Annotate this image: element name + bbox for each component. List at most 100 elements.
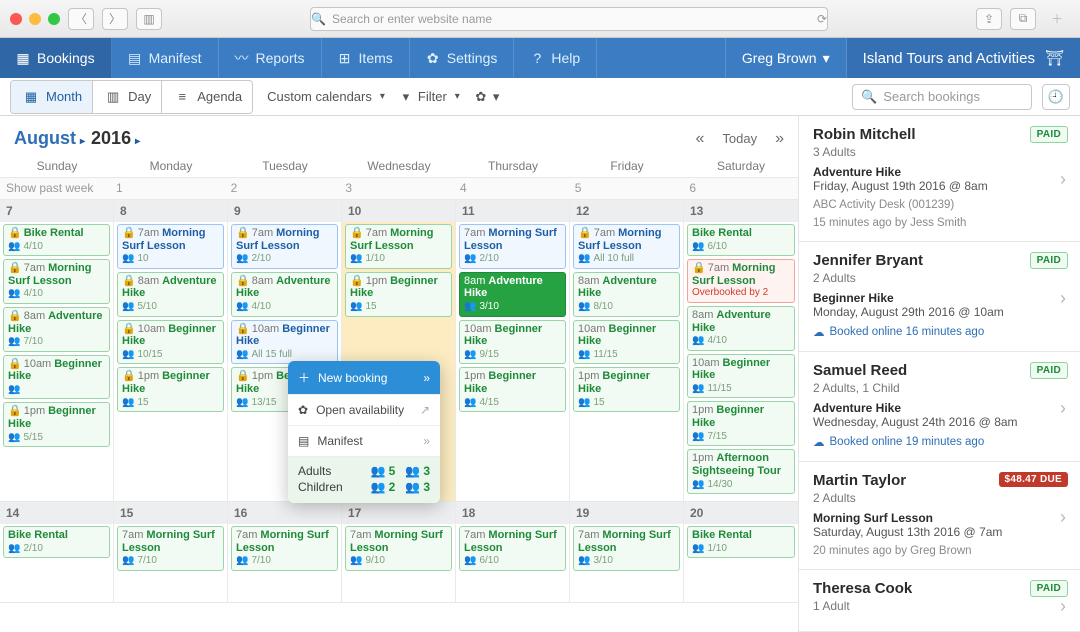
booking-card[interactable]: $48.47 DUEMartin Taylor2 AdultsMorning S… — [799, 462, 1080, 570]
customer-name: Samuel Reed — [813, 362, 1066, 379]
month-picker[interactable]: August — [14, 128, 85, 149]
calendar-event[interactable]: 🔒7amMorning Surf Lesson👥1/10 — [345, 224, 452, 269]
calendar-event[interactable]: 10amBeginner Hike👥9/15 — [459, 320, 566, 365]
nav-settings[interactable]: ✿Settings — [410, 38, 515, 78]
calendar-event[interactable]: 7amMorning Surf Lesson👥3/10 — [573, 526, 680, 571]
calendar-event[interactable]: 🔒Bike Rental👥4/10 — [3, 224, 110, 256]
calendar-event[interactable]: 🔒7amMorning Surf Lesson👥2/10 — [231, 224, 338, 269]
close-window-icon[interactable] — [10, 13, 22, 25]
view-month[interactable]: ▦Month — [11, 81, 93, 113]
history-button[interactable]: 🕘 — [1042, 84, 1070, 110]
calendar-event[interactable]: 🔒8amAdventure Hike👥5/10 — [117, 272, 224, 317]
view-day[interactable]: ▥Day — [93, 81, 162, 113]
lock-icon: 🔒 — [122, 370, 136, 382]
past-week-row[interactable]: Show past week123456 — [0, 178, 798, 200]
filter-menu[interactable]: ▾Filter — [399, 89, 460, 105]
open-availability-button[interactable]: ✿Open availability ↗ — [288, 395, 440, 426]
calendar-event[interactable]: 1pmAfternoon Sightseeing Tour👥14/30 — [687, 449, 795, 494]
calendar-event[interactable]: 7amMorning Surf Lesson👥2/10 — [459, 224, 566, 269]
calendar-day[interactable]: 20Bike Rental👥1/10 — [684, 502, 798, 602]
reload-icon[interactable]: ⟳ — [817, 12, 827, 26]
booking-card[interactable]: PAIDRobin Mitchell3 AdultsAdventure Hike… — [799, 116, 1080, 242]
people-icon: 👥 — [405, 464, 420, 478]
weekday-label: Monday — [114, 159, 228, 173]
calendar-day[interactable]: 177amMorning Surf Lesson👥9/10 — [342, 502, 456, 602]
calendar-event[interactable]: 8amAdventure Hike👥4/10 — [687, 306, 795, 351]
calendar-event[interactable]: 🔒7amMorning Surf LessonOverbooked by 2 — [687, 259, 795, 303]
calendar-event[interactable]: 10amBeginner Hike👥11/15 — [573, 320, 680, 365]
status-badge: PAID — [1030, 252, 1068, 269]
calendar-day[interactable]: 13Bike Rental👥6/10🔒7amMorning Surf Lesso… — [684, 200, 798, 501]
settings-gear-menu[interactable]: ✿▾ — [474, 89, 500, 105]
prev-period-button[interactable]: « — [695, 130, 704, 148]
address-bar[interactable]: 🔍 Search or enter website name ⟳ — [310, 7, 828, 31]
sidebar-toggle-button[interactable]: ▥ — [136, 8, 162, 30]
search-bookings-input[interactable]: 🔍 Search bookings — [852, 84, 1032, 110]
today-button[interactable]: Today — [722, 131, 757, 146]
calendar-event[interactable]: 🔒10amBeginner Hike👥10/15 — [117, 320, 224, 365]
calendar-event[interactable]: 10amBeginner Hike👥11/15 — [687, 354, 795, 399]
calendar-event[interactable]: 1pmBeginner Hike👥15 — [573, 367, 680, 412]
manifest-button[interactable]: ▤Manifest » — [288, 426, 440, 457]
calendar-day[interactable]: 12🔒7amMorning Surf Lesson👥All 10 full8am… — [570, 200, 684, 501]
user-menu[interactable]: Greg Brown ▾ — [725, 38, 847, 78]
calendar-day[interactable]: 197amMorning Surf Lesson👥3/10 — [570, 502, 684, 602]
custom-calendars-menu[interactable]: Custom calendars — [267, 89, 385, 104]
nav-manifest[interactable]: ▤Manifest — [112, 38, 219, 78]
calendar-event[interactable]: 8amAdventure Hike👥8/10 — [573, 272, 680, 317]
booked-online-link[interactable]: ☁Booked online 16 minutes ago — [813, 325, 1066, 339]
new-booking-button[interactable]: ＋New booking » — [288, 361, 440, 395]
booking-card[interactable]: PAIDJennifer Bryant2 AdultsBeginner Hike… — [799, 242, 1080, 352]
calendar-event[interactable]: 7amMorning Surf Lesson👥6/10 — [459, 526, 566, 571]
nav-help[interactable]: ?Help — [514, 38, 597, 78]
day-number: 11 — [456, 200, 569, 222]
people-icon: 👥 — [578, 397, 590, 409]
calendar-event[interactable]: 🔒7amMorning Surf Lesson👥All 10 full — [573, 224, 680, 269]
calendar-day[interactable]: 117amMorning Surf Lesson👥2/108amAdventur… — [456, 200, 570, 501]
booking-card[interactable]: PAIDSamuel Reed2 Adults, 1 ChildAdventur… — [799, 352, 1080, 462]
calendar-event[interactable]: 🔒10amBeginner Hike👥All 15 full — [231, 320, 338, 365]
calendar-event[interactable]: Bike Rental👥6/10 — [687, 224, 795, 256]
booking-datetime: Friday, August 19th 2016 @ 8am — [813, 179, 1066, 193]
new-tab-button[interactable]: ＋ — [1044, 8, 1070, 30]
view-agenda[interactable]: ≡Agenda — [162, 81, 252, 113]
share-button[interactable]: ⇪ — [976, 8, 1002, 30]
minimize-window-icon[interactable] — [29, 13, 41, 25]
maximize-window-icon[interactable] — [48, 13, 60, 25]
nav-bookings[interactable]: ▦Bookings — [0, 38, 112, 78]
calendar-day[interactable]: 187amMorning Surf Lesson👥6/10 — [456, 502, 570, 602]
calendar-event[interactable]: Bike Rental👥1/10 — [687, 526, 795, 558]
nav-reports[interactable]: 〰Reports — [219, 38, 322, 78]
calendar-event[interactable]: 🔒10amBeginner Hike👥 — [3, 355, 110, 400]
next-period-button[interactable]: » — [775, 130, 784, 148]
calendar-day[interactable]: 8🔒7amMorning Surf Lesson👥10🔒8amAdventure… — [114, 200, 228, 501]
booking-card[interactable]: PAIDTheresa Cook1 Adult› — [799, 570, 1080, 632]
calendar-event[interactable]: 🔒7amMorning Surf Lesson👥4/10 — [3, 259, 110, 304]
calendar-event[interactable]: 1pmBeginner Hike👥4/15 — [459, 367, 566, 412]
people-icon: 👥 — [692, 431, 704, 443]
calendar-event[interactable]: 🔒1pmBeginner Hike👥15 — [117, 367, 224, 412]
calendar-event[interactable]: 🔒1pmBeginner Hike👥5/15 — [3, 402, 110, 447]
calendar-day[interactable]: 14Bike Rental👥2/10 — [0, 502, 114, 602]
tabs-button[interactable]: ⧉ — [1010, 8, 1036, 30]
reports-icon: 〰 — [235, 48, 249, 68]
calendar-event[interactable]: 7amMorning Surf Lesson👥7/10 — [231, 526, 338, 571]
calendar-event[interactable]: 7amMorning Surf Lesson👥9/10 — [345, 526, 452, 571]
back-button[interactable]: 〈 — [68, 8, 94, 30]
calendar-event[interactable]: 🔒8amAdventure Hike👥4/10 — [231, 272, 338, 317]
calendar-event[interactable]: 🔒1pmBeginner Hike👥15 — [345, 272, 452, 317]
calendar-event[interactable]: 7amMorning Surf Lesson👥7/10 — [117, 526, 224, 571]
calendar-day[interactable]: 167amMorning Surf Lesson👥7/10 — [228, 502, 342, 602]
year-picker[interactable]: 2016 — [91, 128, 140, 149]
calendar-day[interactable]: 157amMorning Surf Lesson👥7/10 — [114, 502, 228, 602]
booked-online-link[interactable]: ☁Booked online 19 minutes ago — [813, 435, 1066, 449]
calendar-day[interactable]: 7🔒Bike Rental👥4/10🔒7amMorning Surf Lesso… — [0, 200, 114, 501]
calendar-event[interactable]: 8amAdventure Hike👥3/10 — [459, 272, 566, 317]
calendar-event[interactable]: 🔒8amAdventure Hike👥7/10 — [3, 307, 110, 352]
calendar-event[interactable]: Bike Rental👥2/10 — [3, 526, 110, 558]
calendar-event[interactable]: 🔒7amMorning Surf Lesson👥10 — [117, 224, 224, 269]
forward-button[interactable]: 〉 — [102, 8, 128, 30]
calendar-event[interactable]: 1pmBeginner Hike👥7/15 — [687, 401, 795, 446]
nav-items[interactable]: ⊞Items — [322, 38, 410, 78]
past-day: 6 — [683, 178, 798, 199]
